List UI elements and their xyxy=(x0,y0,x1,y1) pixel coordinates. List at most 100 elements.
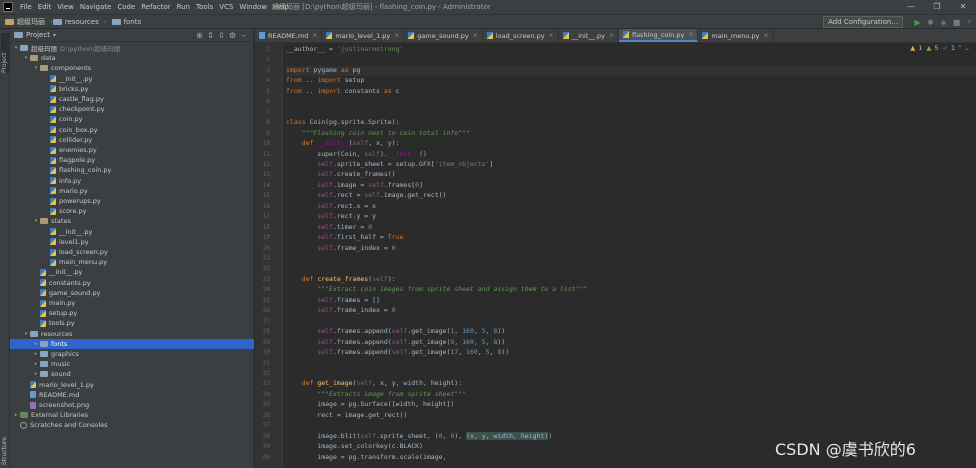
editor-tab[interactable]: game_sound.py × xyxy=(404,29,483,42)
chevron-right-icon[interactable]: ▸ xyxy=(32,341,40,347)
close-icon[interactable]: × xyxy=(609,32,614,39)
menu-vcs[interactable]: VCS xyxy=(216,3,236,11)
close-icon[interactable]: × xyxy=(473,32,478,39)
tree-item[interactable]: enemies.py xyxy=(10,145,254,155)
tree-item[interactable]: Scratches and Consoles xyxy=(10,420,254,430)
tree-item[interactable]: ▾ data xyxy=(10,53,254,63)
tree-item[interactable]: __init__.py xyxy=(10,74,254,84)
menu-navigate[interactable]: Navigate xyxy=(77,3,114,11)
inspection-widget[interactable]: ▲ 1 ▲ 5 ✓ 1 ⌃ ⌄ xyxy=(910,44,970,52)
close-button[interactable]: ✕ xyxy=(950,0,976,14)
chevron-right-icon[interactable]: ▸ xyxy=(32,371,40,377)
add-configuration-button[interactable]: Add Configuration... xyxy=(823,16,903,28)
chevron-right-icon[interactable]: ▸ xyxy=(32,361,40,367)
tree-item[interactable]: __init__.py xyxy=(10,267,254,277)
chevron-down-icon[interactable]: ▾ xyxy=(12,45,20,51)
python-file-icon xyxy=(50,258,56,266)
menu-code[interactable]: Code xyxy=(114,3,138,11)
tree-item[interactable]: ▾ components xyxy=(10,63,254,73)
menu-tools[interactable]: Tools xyxy=(193,3,216,11)
chevron-down-icon[interactable]: ▾ xyxy=(53,32,56,39)
editor-tab[interactable]: load_screen.py × xyxy=(483,29,559,42)
locate-icon[interactable]: ⊕ xyxy=(194,31,205,40)
tree-item[interactable]: ▸ External Libraries xyxy=(10,410,254,420)
chevron-up-icon[interactable]: ⌃ xyxy=(957,44,962,52)
minimize-button[interactable]: — xyxy=(898,0,924,14)
menu-refactor[interactable]: Refactor xyxy=(138,3,173,11)
chevron-down-icon[interactable]: ▾ xyxy=(32,65,40,71)
tree-item[interactable]: __init__.py xyxy=(10,227,254,237)
tree-item[interactable]: mario_level_1.py xyxy=(10,380,254,390)
tree-item[interactable]: ▸ sound xyxy=(10,369,254,379)
tree-item[interactable]: powerups.py xyxy=(10,196,254,206)
chevron-down-icon[interactable]: ▾ xyxy=(32,218,40,224)
hide-icon[interactable]: – xyxy=(238,31,249,40)
stop-icon[interactable]: ■ xyxy=(950,18,963,27)
tree-item[interactable]: ▾ resources xyxy=(10,329,254,339)
project-view-selector[interactable]: Project xyxy=(26,31,50,39)
tree-item[interactable]: level1.py xyxy=(10,237,254,247)
tree-item[interactable]: score.py xyxy=(10,206,254,216)
tree-item[interactable]: ▾ states xyxy=(10,216,254,226)
editor-tab[interactable]: mario_level_1.py × xyxy=(322,29,405,42)
tree-item[interactable]: screenshot.png xyxy=(10,400,254,410)
search-icon[interactable]: ⌕ xyxy=(963,17,976,27)
close-icon[interactable]: × xyxy=(549,32,554,39)
tree-item[interactable]: ▸ music xyxy=(10,359,254,369)
gear-icon[interactable]: ⚙ xyxy=(227,31,238,40)
tree-item[interactable]: info.py xyxy=(10,176,254,186)
close-icon[interactable]: × xyxy=(764,32,769,39)
structure-tool-tab[interactable]: Structure xyxy=(1,427,9,465)
editor-tab[interactable]: __init__.py × xyxy=(559,29,619,42)
menu-window[interactable]: Window xyxy=(236,3,270,11)
menu-run[interactable]: Run xyxy=(174,3,193,11)
tree-item[interactable]: coin_box.py xyxy=(10,125,254,135)
tree-item[interactable]: coin.py xyxy=(10,114,254,124)
expand-all-icon[interactable]: ⇕ xyxy=(205,31,216,40)
line-number: 15 xyxy=(262,192,270,200)
chevron-right-icon[interactable]: ▸ xyxy=(32,351,40,357)
tree-item[interactable]: main_menu.py xyxy=(10,257,254,267)
coverage-icon[interactable]: ◈ xyxy=(937,18,950,27)
collapse-all-icon[interactable]: ⇳ xyxy=(216,31,227,40)
close-icon[interactable]: × xyxy=(688,31,693,38)
tree-item[interactable]: ▾ 超级玛丽 D:\python\超级玛丽 xyxy=(10,43,254,53)
tree-item[interactable]: setup.py xyxy=(10,308,254,318)
editor-tab[interactable]: flashing_coin.py × xyxy=(618,29,699,42)
tree-item[interactable]: mario.py xyxy=(10,186,254,196)
tree-item[interactable]: castle_flag.py xyxy=(10,94,254,104)
breadcrumb-project[interactable]: 超级玛丽 xyxy=(17,17,45,27)
project-tool-tab[interactable]: Project xyxy=(1,33,9,73)
chevron-down-icon[interactable]: ⌄ xyxy=(965,44,970,52)
tree-item[interactable]: ▸ graphics xyxy=(10,349,254,359)
debug-icon[interactable]: ✱ xyxy=(924,18,937,27)
run-icon[interactable]: ▶ xyxy=(911,18,924,27)
breadcrumb-resources[interactable]: resources xyxy=(65,18,99,26)
tree-item[interactable]: flagpole.py xyxy=(10,155,254,165)
breadcrumb-fonts[interactable]: fonts xyxy=(124,18,142,26)
tree-item[interactable]: checkpoint.py xyxy=(10,104,254,114)
maximize-button[interactable]: ❐ xyxy=(924,0,950,14)
close-icon[interactable]: × xyxy=(312,32,317,39)
close-icon[interactable]: × xyxy=(394,32,399,39)
menu-file[interactable]: File xyxy=(17,3,35,11)
menu-edit[interactable]: Edit xyxy=(35,3,55,11)
tree-item[interactable]: tools.py xyxy=(10,318,254,328)
chevron-right-icon[interactable]: ▸ xyxy=(12,412,20,418)
tree-item[interactable]: game_sound.py xyxy=(10,288,254,298)
tree-item[interactable]: constants.py xyxy=(10,278,254,288)
tree-item[interactable]: flashing_coin.py xyxy=(10,165,254,175)
tree-item[interactable]: collider.py xyxy=(10,135,254,145)
editor-tab[interactable]: README.md × xyxy=(255,29,323,42)
chevron-down-icon[interactable]: ▾ xyxy=(22,55,30,61)
tree-item[interactable]: load_screen.py xyxy=(10,247,254,257)
tree-item[interactable]: README.md xyxy=(10,390,254,400)
tree-item[interactable]: main.py xyxy=(10,298,254,308)
tree-item[interactable]: bricks.py xyxy=(10,84,254,94)
code-token: , x, y, width, height): xyxy=(372,379,463,388)
editor-tab[interactable]: main_menu.py × xyxy=(698,29,774,42)
tree-item[interactable]: ▸ fonts xyxy=(10,338,254,349)
menu-view[interactable]: View xyxy=(54,3,77,11)
chevron-down-icon[interactable]: ▾ xyxy=(22,331,30,337)
code-editor[interactable]: __author__ = 'justinarmstrong' import pyg… xyxy=(286,43,976,468)
